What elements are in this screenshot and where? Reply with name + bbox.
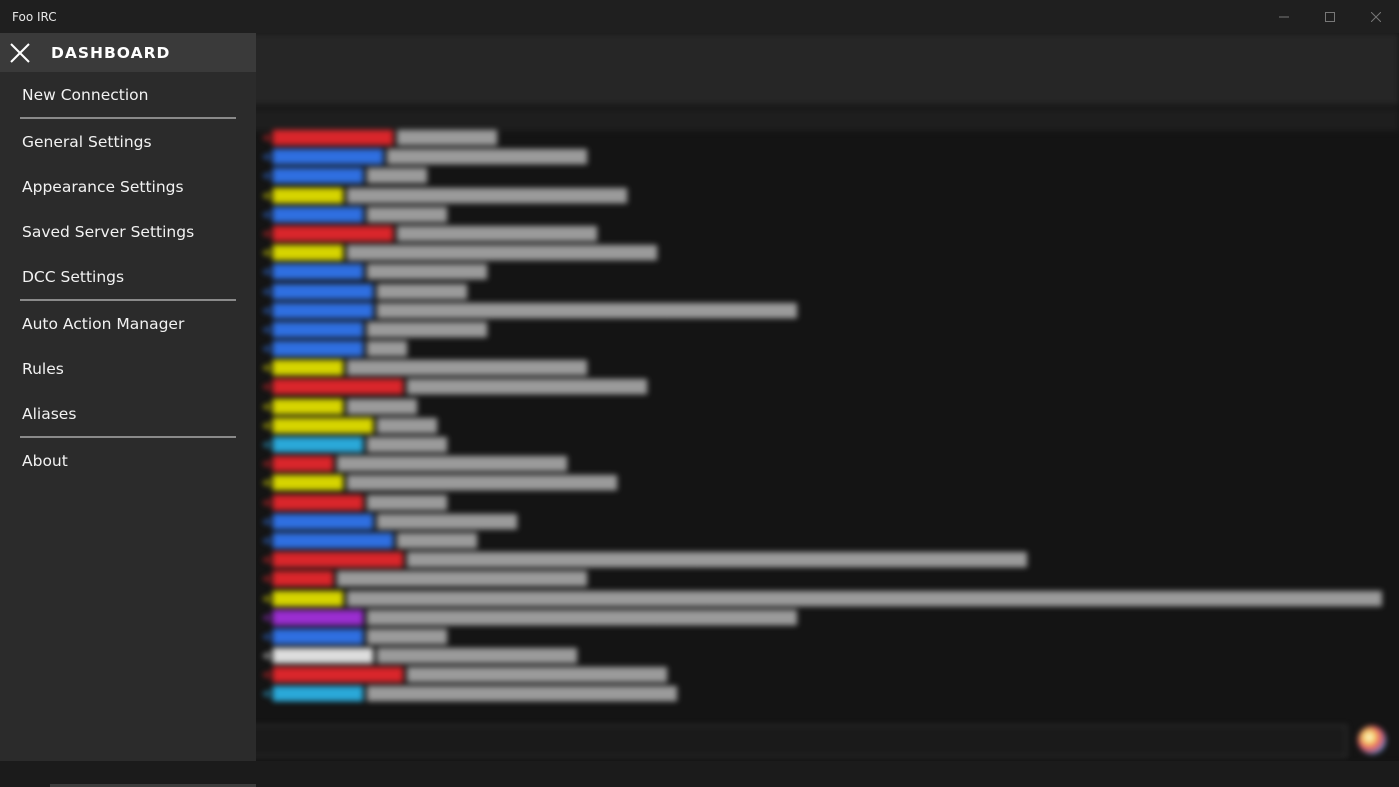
message-line: <███████████ ████████████████████ <box>262 150 587 166</box>
message-line: <█████████ ████ <box>262 342 407 358</box>
message-line: <█████████ ██████ <box>262 169 427 185</box>
close-window-button[interactable] <box>1353 0 1399 33</box>
message-input <box>200 725 1347 757</box>
message-line: <██████████ ██████ <box>262 418 437 434</box>
menu-item-aliases[interactable]: Aliases <box>0 391 256 436</box>
message-line: <█████████ ████████████ <box>262 322 487 338</box>
message-line: <████████████ ██████████ <box>262 131 497 146</box>
close-icon <box>10 42 30 63</box>
dashboard-menu: New Connection General Settings Appearan… <box>0 72 256 483</box>
message-line: <█████████ ████████ <box>262 438 447 453</box>
message-line: <█████████████ █████████████████████████… <box>262 668 667 684</box>
message-line: <██████ █████████████████████████ <box>262 572 587 588</box>
menu-item-dcc-settings[interactable]: DCC Settings <box>0 254 256 299</box>
menu-item-about[interactable]: About <box>0 438 256 483</box>
app-title: Foo IRC <box>12 9 57 24</box>
message-line: <█████████ █████████████████████████████… <box>262 687 677 703</box>
minimize-icon <box>1279 16 1289 17</box>
message-line: <█████████ ████████ <box>262 495 447 511</box>
message-line: <███████ ███████████████████████████████ <box>262 246 657 262</box>
maximize-button[interactable] <box>1307 0 1353 33</box>
bottom-strip <box>0 761 1399 787</box>
menu-item-new-connection[interactable]: New Connection <box>0 72 256 117</box>
message-line: <████████████ ████████ <box>262 533 477 549</box>
menu-item-saved-server-settings[interactable]: Saved Server Settings <box>0 209 256 254</box>
message-line: <███████ ████████████████████████ <box>262 361 587 377</box>
message-line: <██████████ ████████████████████ <box>262 649 577 665</box>
menu-item-rules[interactable]: Rules <box>0 346 256 391</box>
maximize-icon <box>1325 11 1335 22</box>
message-line: <█████████ ████████████ <box>262 265 487 281</box>
message-line: <█████████████ ████████████████████████ <box>262 380 647 396</box>
message-line: <█████████ █████████████████████████████… <box>262 610 797 626</box>
menu-item-auto-action-manager[interactable]: Auto Action Manager <box>0 301 256 346</box>
menu-item-general-settings[interactable]: General Settings <box>0 119 256 164</box>
message-list: <████████████ ██████████ <███████████ ██… <box>262 129 1382 705</box>
message-line: <█████████ ████████ <box>262 629 447 645</box>
dashboard-close-button[interactable] <box>0 33 40 72</box>
title-bar: Foo IRC <box>0 0 1399 33</box>
menu-item-appearance-settings[interactable]: Appearance Settings <box>0 164 256 209</box>
message-line: <██████████ ████████████████████████████… <box>262 303 797 319</box>
window-controls <box>1261 0 1399 33</box>
message-line: <██████ ███████████████████████ <box>262 457 567 473</box>
message-line: <█████████ ████████ <box>262 207 447 223</box>
message-line: <███████ ████████████████████████████ <box>262 188 627 204</box>
dashboard-header: DASHBOARD <box>0 33 256 72</box>
message-line: <███████ ███████████████████████████████… <box>262 591 1382 607</box>
dashboard-title: DASHBOARD <box>51 43 171 62</box>
message-line: <█████████████ █████████████████████████… <box>262 553 1027 569</box>
close-icon <box>1371 11 1381 22</box>
minimize-button[interactable] <box>1261 0 1307 33</box>
message-line: <███████ ███████ <box>262 399 418 415</box>
message-line: <████████████ ████████████████████ <box>262 226 597 242</box>
color-picker-icon <box>1358 726 1386 754</box>
message-line: <███████ ███████████████████████████ <box>262 476 617 492</box>
message-line: <██████████ ██████████████ <box>262 514 517 530</box>
message-line: <██████████ █████████ <box>262 284 467 300</box>
dashboard-panel: DASHBOARD New Connection General Setting… <box>0 33 256 761</box>
